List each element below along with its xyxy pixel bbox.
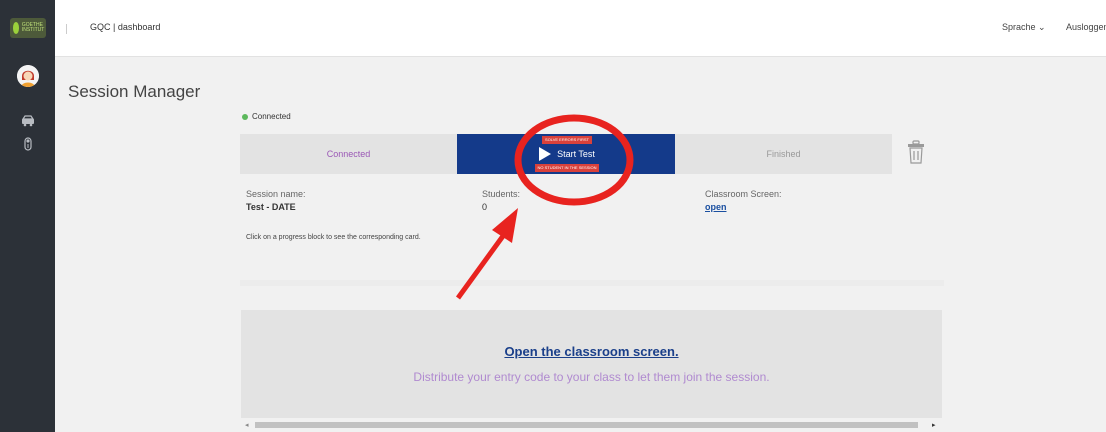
logo-text: GOETHE INSTITUT [21,22,45,33]
top-bar: GOETHE INSTITUT GQC | dashboard Sprache … [0,0,1106,57]
session-name-value: Test - DATE [246,202,296,212]
progress-block-label: Connected [326,149,371,159]
user-avatar-icon[interactable] [17,65,39,87]
progress-block-finished[interactable]: Finished [675,134,892,174]
progress-bar: Connected SOLVE ERRORS FIRST Start Test … [240,134,892,174]
connection-status-label: Connected [252,112,291,121]
header-divider [66,24,67,34]
warning-label: SOLVE ERRORS FIRST [542,136,592,144]
breadcrumb[interactable]: GQC | dashboard [90,22,160,32]
progress-block-connected[interactable]: Connected [240,134,457,174]
language-menu-label: Sprache [1002,22,1036,32]
open-classroom-row: Open the classroom screen. [241,344,942,359]
session-name-label: Session name: [246,189,306,199]
sidebar [0,56,55,432]
classroom-panel: Open the classroom screen. Distribute yo… [241,310,942,418]
logout-link[interactable]: Ausloggen [1066,22,1106,32]
progress-block-label: Finished [766,149,801,159]
classroom-screen-label: Classroom Screen: [705,189,782,199]
entry-code-instructions: Distribute your entry code to your class… [413,370,770,384]
scroll-right-icon[interactable]: ▸ [932,421,936,429]
pointer-arrow-head [492,208,518,243]
horizontal-scrollbar[interactable]: ◂ ▸ [241,420,942,430]
open-classroom-link[interactable]: Open the classroom screen. [504,344,678,359]
progress-block-start-test[interactable]: SOLVE ERRORS FIRST Start Test NO STUDENT… [457,134,675,174]
divider [240,280,944,286]
scrollbar-thumb[interactable] [255,422,918,428]
progress-hint: Click on a progress block to see the cor… [246,234,421,241]
warning-label: NO STUDENT IN THE SESSION [534,164,600,172]
status-dot-icon [242,113,248,120]
pointer-arrow-shaft [455,234,506,300]
start-test-label: Start Test [557,149,595,159]
language-menu[interactable]: Sprache ⌄ [1002,22,1046,33]
trash-icon[interactable] [907,140,925,164]
page-title: Session Manager [68,82,201,101]
goethe-logo-icon: GOETHE INSTITUT [9,18,46,38]
scroll-left-icon[interactable]: ◂ [245,421,249,429]
students-label: Students: [482,189,521,199]
toggle-icon[interactable] [20,136,36,152]
logo-dot [12,22,19,34]
start-test-button[interactable]: SOLVE ERRORS FIRST Start Test NO STUDENT… [519,136,615,172]
logo[interactable]: GOETHE INSTITUT [0,0,55,56]
play-icon [539,147,552,161]
car-icon[interactable] [20,113,36,129]
connection-status: Connected [242,112,291,121]
students-count: 0 [482,202,488,212]
chevron-down-icon: ⌄ [1038,22,1046,32]
classroom-screen-open-link[interactable]: open [705,202,727,212]
